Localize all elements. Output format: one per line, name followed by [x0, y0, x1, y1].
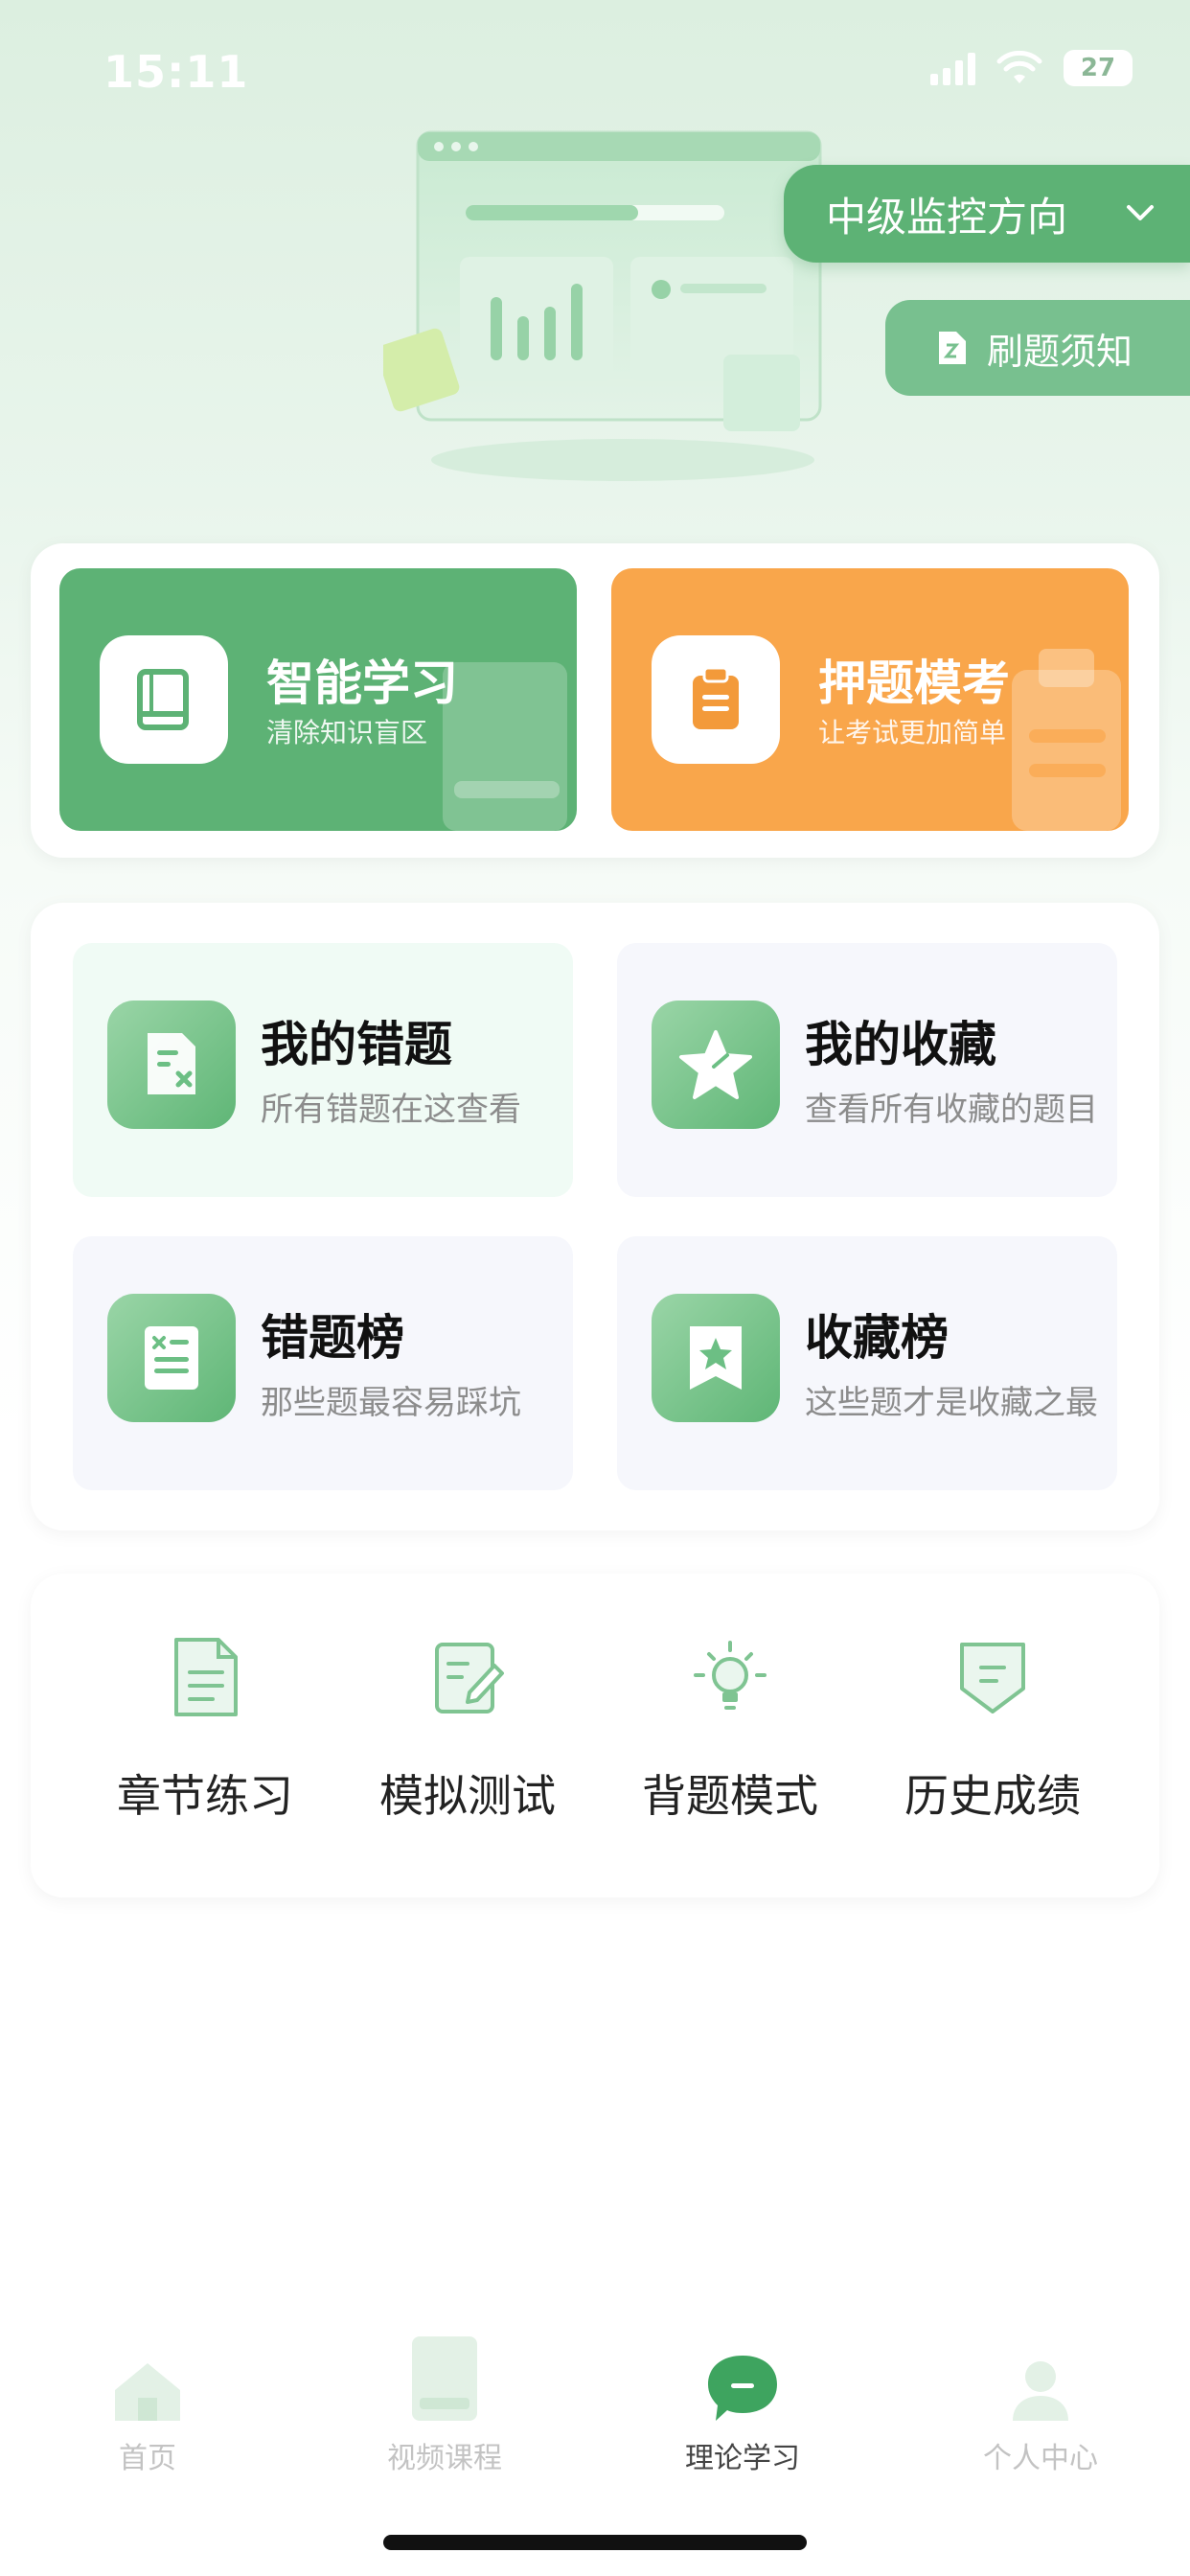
card-subtitle: 所有错题在这查看: [261, 1091, 521, 1129]
home-indicator: [383, 2535, 807, 2550]
my-favorites-card[interactable]: 我的收藏 查看所有收藏的题目: [617, 943, 1117, 1197]
direction-dropdown[interactable]: 中级监控方向: [784, 165, 1190, 263]
feature-title: 押题模考: [818, 656, 1010, 711]
tab-video-course[interactable]: 视频课程: [330, 2336, 560, 2476]
wifi-icon: [996, 51, 1042, 83]
notice-button[interactable]: 刷题须知: [885, 300, 1190, 396]
edit-icon: [422, 1631, 514, 1723]
memorize-mode-button[interactable]: 背题模式: [615, 1631, 845, 1825]
favorite-ranking-card[interactable]: 收藏榜 这些题才是收藏之最: [617, 1236, 1117, 1490]
card-title: 收藏榜: [805, 1310, 949, 1366]
wrong-note-icon: [107, 1000, 236, 1129]
notice-doc-icon: [939, 332, 966, 364]
bulb-icon: [684, 1631, 776, 1723]
tab-label: 理论学习: [685, 2442, 800, 2475]
user-icon: [926, 2338, 1156, 2425]
shield-icon: [947, 1631, 1039, 1723]
battery-icon: 27: [1064, 50, 1133, 86]
bookmark-star-icon: [652, 1294, 780, 1422]
exam-prediction-card[interactable]: 押题模考 让考试更加简单: [611, 568, 1129, 831]
tab-personal-center[interactable]: 个人中心: [926, 2338, 1156, 2476]
tab-label: 视频课程: [387, 2442, 502, 2475]
tool-label: 历史成绩: [904, 1770, 1081, 1822]
card-title: 我的错题: [261, 1017, 452, 1072]
signal-icon: [930, 51, 975, 85]
error-list-icon: [107, 1294, 236, 1422]
home-icon: [33, 2338, 263, 2425]
chevron-down-icon: [1127, 205, 1154, 220]
smart-learning-card[interactable]: 智能学习 清除知识盲区: [59, 568, 577, 831]
tab-theory-learning[interactable]: 理论学习: [628, 2338, 858, 2476]
my-wrong-questions-card[interactable]: 我的错题 所有错题在这查看: [73, 943, 573, 1197]
history-score-button[interactable]: 历史成绩: [878, 1631, 1108, 1825]
book-icon: [100, 635, 228, 764]
feature-panel: 智能学习 清除知识盲区 押题模考 让考试更加简单: [31, 543, 1159, 858]
star-icon: [652, 1000, 780, 1129]
dashboard-illustration: [383, 130, 822, 481]
feature-subtitle: 清除知识盲区: [266, 717, 428, 748]
feature-title: 智能学习: [266, 656, 458, 711]
card-subtitle: 这些题才是收藏之最: [805, 1384, 1098, 1422]
clipboard-decoration: [1012, 649, 1121, 831]
tools-panel: 章节练习 模拟测试 背题模式 历史成绩: [31, 1574, 1159, 1898]
status-icons: 27: [930, 50, 1133, 86]
tool-label: 章节练习: [117, 1770, 293, 1822]
feature-subtitle: 让考试更加简单: [818, 717, 1007, 748]
tab-bar: 首页 视频课程 理论学习 个人中心: [0, 2319, 1190, 2475]
video-book-icon: [330, 2336, 560, 2425]
chat-icon: [628, 2338, 858, 2425]
status-time: 15:11: [103, 46, 249, 98]
mock-test-button[interactable]: 模拟测试: [353, 1631, 583, 1825]
battery-level: 27: [1080, 54, 1116, 82]
tool-label: 模拟测试: [379, 1770, 556, 1822]
direction-label: 中级监控方向: [826, 193, 1068, 241]
my-area-panel: 我的错题 所有错题在这查看 我的收藏 查看所有收藏的题目 错题榜 那些题最容易踩…: [31, 903, 1159, 1530]
tab-label: 个人中心: [983, 2442, 1098, 2475]
tab-home[interactable]: 首页: [33, 2338, 263, 2476]
tab-label: 首页: [119, 2442, 176, 2475]
card-title: 我的收藏: [805, 1017, 996, 1072]
error-ranking-card[interactable]: 错题榜 那些题最容易踩坑: [73, 1236, 573, 1490]
clipboard-icon: [652, 635, 780, 764]
card-subtitle: 查看所有收藏的题目: [805, 1091, 1098, 1129]
card-subtitle: 那些题最容易踩坑: [261, 1384, 521, 1422]
document-icon: [159, 1631, 251, 1723]
chapter-practice-button[interactable]: 章节练习: [90, 1631, 320, 1825]
notice-label: 刷题须知: [987, 330, 1133, 373]
card-title: 错题榜: [261, 1310, 404, 1366]
tool-label: 背题模式: [642, 1770, 818, 1822]
